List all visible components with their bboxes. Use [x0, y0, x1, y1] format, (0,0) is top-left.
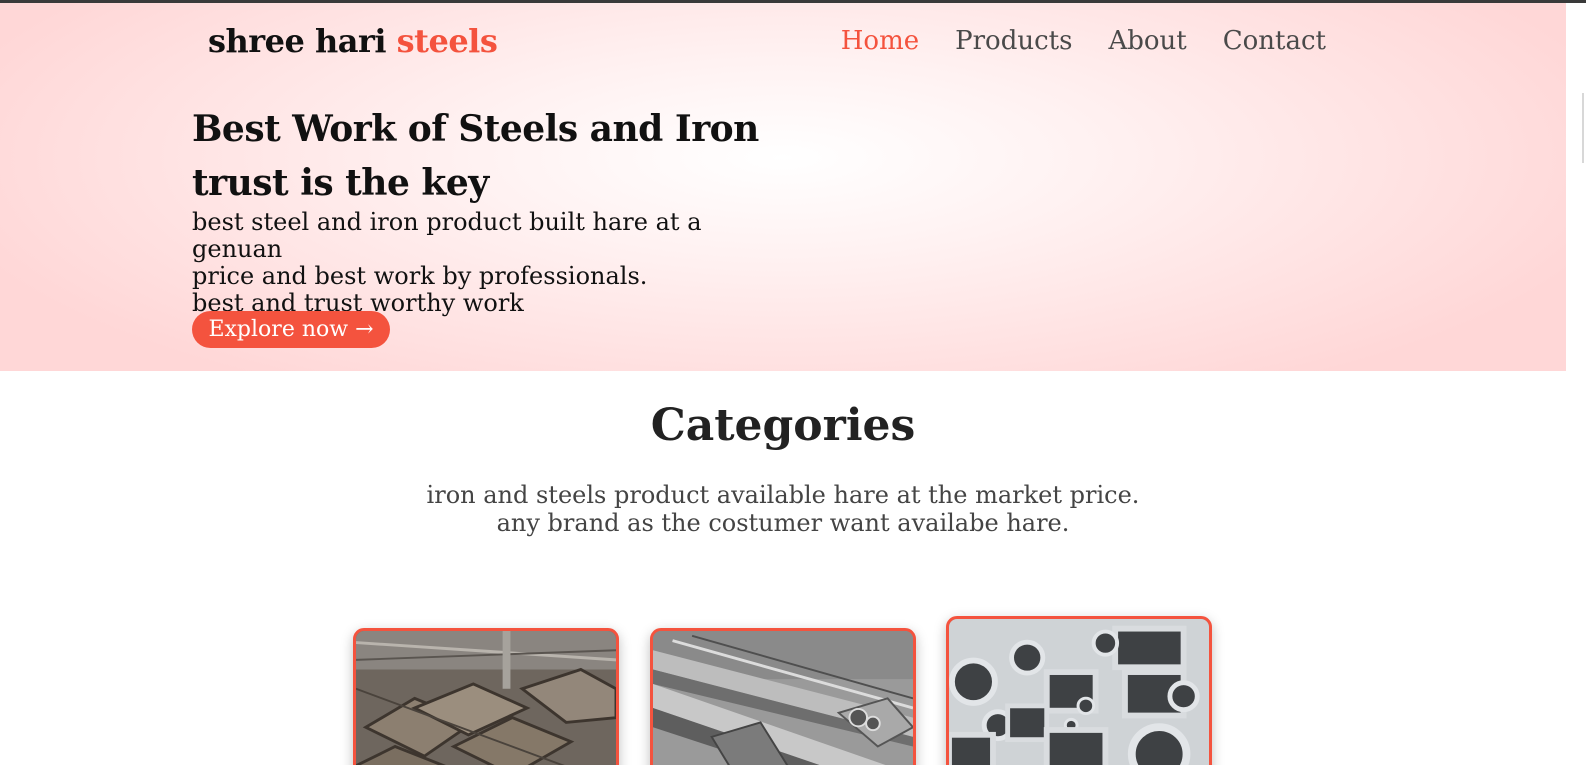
category-card-3[interactable] — [946, 616, 1212, 765]
round-and-square-steel-pipes-image — [949, 619, 1209, 765]
nav-item-contact[interactable]: Contact — [1223, 26, 1326, 56]
hero-title-line-2: trust is the key — [192, 162, 489, 204]
categories-description: iron and steels product available hare a… — [0, 481, 1566, 537]
categories-desc-line-1: iron and steels product available hare a… — [426, 481, 1140, 509]
hero-description: best steel and iron product built hare a… — [192, 209, 792, 317]
hero-title-line-1: Best Work of Steels and Iron — [192, 108, 759, 150]
category-card-2[interactable] — [650, 628, 916, 765]
nav-item-home[interactable]: Home — [841, 26, 919, 56]
main-nav: Home Products About Contact — [841, 26, 1326, 56]
brand-name-accent: steels — [396, 22, 498, 60]
steel-angles-and-rods-image — [653, 631, 913, 765]
nav-item-about[interactable]: About — [1108, 26, 1186, 56]
brand-logo[interactable]: shree hari steels — [208, 22, 498, 60]
explore-now-button[interactable]: Explore now → — [192, 311, 390, 348]
categories-desc-line-2: any brand as the costumer want availabe … — [496, 509, 1070, 537]
hero-desc-line-2: price and best work by professionals. — [192, 262, 648, 290]
rectangular-steel-tubes-image — [356, 631, 616, 765]
scrollbar-track[interactable] — [1566, 3, 1586, 765]
nav-item-products[interactable]: Products — [955, 26, 1072, 56]
scrollbar-thumb[interactable] — [1582, 93, 1584, 163]
brand-name-main: shree hari — [208, 22, 387, 60]
category-card-1[interactable] — [353, 628, 619, 765]
hero-desc-line-1: best steel and iron product built hare a… — [192, 208, 702, 263]
hero-title: Best Work of Steels and Iron trust is th… — [192, 102, 792, 210]
categories-title: Categories — [650, 400, 916, 451]
